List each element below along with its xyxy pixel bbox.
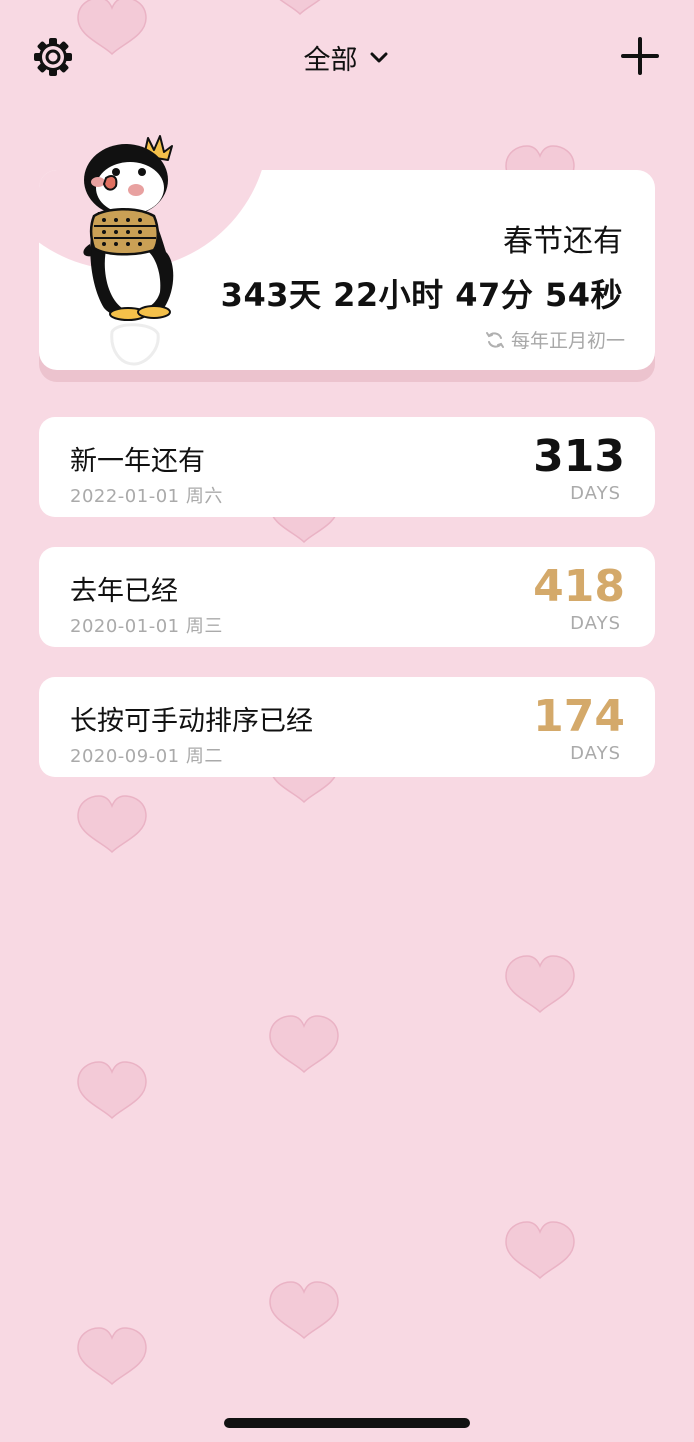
category-title: 全部 bbox=[303, 45, 358, 76]
event-card[interactable]: 去年已经 2020-01-01 周三 418 DAYS bbox=[39, 547, 655, 647]
top-bar: 全部 bbox=[0, 0, 694, 110]
repeat-text: 每年正月初一 bbox=[510, 330, 625, 352]
chevron-down-icon bbox=[370, 52, 388, 62]
penguin-mascot-illustration bbox=[83, 135, 174, 366]
event-day-count: 418 bbox=[533, 561, 625, 612]
home-indicator[interactable] bbox=[224, 1418, 470, 1428]
event-day-count: 174 bbox=[533, 691, 625, 742]
event-date: 2020-01-01 周三 bbox=[70, 616, 223, 637]
featured-event-label: 春节还有 bbox=[503, 224, 623, 259]
event-day-unit: DAYS bbox=[570, 483, 621, 504]
event-day-unit: DAYS bbox=[570, 743, 621, 764]
event-title: 去年已经 bbox=[70, 576, 178, 607]
event-title: 新一年还有 bbox=[70, 446, 205, 477]
event-title: 长按可手动排序已经 bbox=[70, 706, 313, 737]
event-card[interactable]: 长按可手动排序已经 2020-09-01 周二 174 DAYS bbox=[39, 677, 655, 777]
featured-countdown: 343天 22小时 47分 54秒 bbox=[220, 276, 623, 314]
repeat-info: 每年正月初一 bbox=[485, 326, 625, 353]
refresh-icon bbox=[485, 332, 504, 348]
event-day-count: 313 bbox=[533, 431, 625, 482]
event-day-unit: DAYS bbox=[570, 613, 621, 634]
event-card[interactable]: 新一年还有 2022-01-01 周六 313 DAYS bbox=[39, 417, 655, 517]
category-selector[interactable]: 全部 bbox=[0, 38, 694, 77]
event-date: 2022-01-01 周六 bbox=[70, 486, 223, 507]
plus-icon[interactable] bbox=[620, 36, 660, 76]
event-date: 2020-09-01 周二 bbox=[70, 746, 223, 767]
